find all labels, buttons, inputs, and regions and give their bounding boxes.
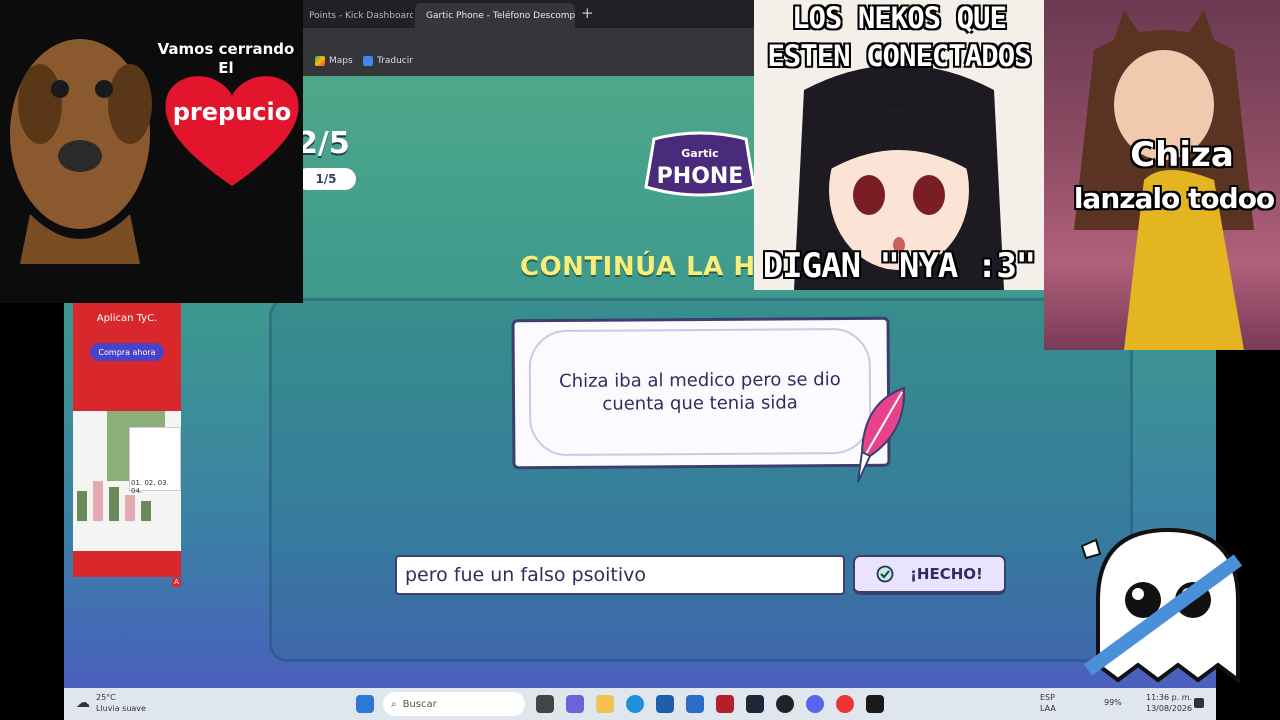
prompt-text: Chiza iba al medico pero se dio cuenta q… bbox=[528, 327, 872, 457]
ad-chart-labels: 01. 02. 03. 04. bbox=[131, 479, 169, 495]
ad-badge: A bbox=[172, 578, 181, 587]
bookmark-maps[interactable]: Maps bbox=[315, 56, 353, 66]
browser-tab-bar: Points - Kick Dashboard ✕ Gartic Phone -… bbox=[303, 0, 754, 28]
ad-bar bbox=[141, 501, 151, 521]
microsoft-store-icon[interactable] bbox=[656, 695, 674, 713]
capcut-icon[interactable] bbox=[866, 695, 884, 713]
language-code: ESP bbox=[1040, 693, 1055, 702]
prompt-card: Chiza iba al medico pero se dio cuenta q… bbox=[511, 316, 891, 470]
catgirl-caption-line1: Chiza bbox=[1130, 135, 1234, 175]
copilot-icon[interactable] bbox=[566, 695, 584, 713]
tab-label: Points - Kick Dashboard bbox=[309, 10, 413, 21]
logo-main-text: PHONE bbox=[657, 164, 744, 189]
logo-top-text: Gartic bbox=[681, 147, 718, 160]
neko-top-line2: ESTEN CONECTADOS bbox=[767, 39, 1031, 73]
bookmarks-bar: Maps Traducir bbox=[303, 52, 754, 76]
obs-icon[interactable] bbox=[776, 695, 794, 713]
ad-terms-text: Aplican TyC. bbox=[96, 313, 158, 324]
file-explorer-icon[interactable] bbox=[596, 695, 614, 713]
keyboard-layout: LAA bbox=[1040, 704, 1056, 713]
cloud-rain-icon: ☁ bbox=[76, 694, 90, 711]
ad-bar bbox=[109, 487, 119, 521]
steam-icon[interactable] bbox=[746, 695, 764, 713]
notification-bell-icon[interactable] bbox=[1194, 698, 1204, 708]
system-clock[interactable]: 11:36 p. m. 13/08/2026 bbox=[1146, 692, 1192, 714]
valorant-icon[interactable] bbox=[716, 695, 734, 713]
weather-text: 25°C Lluvia suave bbox=[96, 692, 146, 714]
taskbar-search[interactable]: ⌕ Buscar bbox=[383, 692, 525, 716]
overlay-dog-meme: Vamos cerrando El prepucio bbox=[0, 0, 303, 303]
discord-icon[interactable] bbox=[806, 695, 824, 713]
round-pill: 1/5 bbox=[296, 168, 356, 190]
overlay-catgirl-meme: Chiza lanzalo todoo bbox=[1044, 0, 1280, 350]
catgirl-image bbox=[1074, 10, 1254, 350]
bookmark-translate[interactable]: Traducir bbox=[363, 56, 413, 66]
edge-browser-icon[interactable] bbox=[626, 695, 644, 713]
side-advertisement[interactable]: Aplican TyC. Compra ahora 01. 02. 03. 04… bbox=[73, 303, 181, 577]
neko-bottom-line: DIGAN "NYA :3" bbox=[762, 246, 1037, 286]
gartic-phone-logo: Gartic PHONE bbox=[644, 131, 756, 197]
tab-label: Gartic Phone - Teléfono Descomp bbox=[426, 10, 575, 21]
translate-icon bbox=[363, 56, 373, 66]
quill-feather-icon bbox=[857, 386, 906, 483]
check-icon bbox=[876, 565, 894, 583]
heart-icon: prepucio bbox=[165, 76, 299, 186]
system-tray-language[interactable]: ESP LAA bbox=[1040, 692, 1056, 714]
ad-footer bbox=[73, 551, 181, 577]
done-button-label: ¡HECHO! bbox=[910, 565, 983, 583]
ad-bar bbox=[93, 481, 103, 521]
windows-start-icon[interactable] bbox=[356, 695, 374, 713]
heart-text: prepucio bbox=[173, 98, 292, 126]
search-icon: ⌕ bbox=[391, 698, 397, 710]
instruction-heading: CONTINÚA LA H bbox=[520, 252, 756, 282]
weather-temp: 25°C bbox=[96, 693, 116, 702]
tab-kick-dashboard[interactable]: Points - Kick Dashboard ✕ bbox=[303, 3, 413, 28]
maps-icon bbox=[315, 56, 325, 66]
tab-gartic-phone[interactable]: Gartic Phone - Teléfono Descomp ✕ bbox=[415, 3, 575, 28]
clock-time: 11:36 p. m. bbox=[1146, 693, 1193, 702]
address-bar[interactable] bbox=[303, 28, 754, 52]
search-placeholder: Buscar bbox=[402, 698, 437, 710]
windows-taskbar: ☁ 25°C Lluvia suave ⌕ Buscar ESP LAA 99%… bbox=[64, 688, 1216, 720]
clock-date: 13/08/2026 bbox=[1146, 704, 1193, 713]
bookmark-label: Maps bbox=[329, 56, 353, 66]
battery-level[interactable]: 99% bbox=[1104, 698, 1122, 707]
ad-bar bbox=[125, 495, 135, 521]
new-tab-icon[interactable]: + bbox=[581, 4, 594, 22]
overlay-neko-meme: LOS NEKOS QUE ESTEN CONECTADOS DIGAN "NY… bbox=[754, 0, 1044, 290]
ad-image: 01. 02. 03. 04. bbox=[73, 411, 181, 551]
ad-bar bbox=[77, 491, 87, 521]
ad-buy-button[interactable]: Compra ahora bbox=[90, 343, 164, 361]
weather-widget[interactable]: ☁ 25°C Lluvia suave bbox=[76, 692, 146, 714]
dog-caption-line1: Vamos cerrando bbox=[157, 40, 295, 58]
neko-top-line1: LOS NEKOS QUE bbox=[792, 1, 1007, 35]
weather-desc: Lluvia suave bbox=[96, 704, 146, 713]
catgirl-caption-line2: lanzalo todoo bbox=[1073, 182, 1275, 215]
dachshund-image bbox=[10, 39, 152, 264]
done-button[interactable]: ¡HECHO! bbox=[853, 555, 1006, 595]
mail-icon[interactable] bbox=[686, 695, 704, 713]
task-view-icon[interactable] bbox=[536, 695, 554, 713]
chrome-icon[interactable] bbox=[836, 695, 854, 713]
answer-input[interactable] bbox=[395, 555, 845, 595]
bookmark-label: Traducir bbox=[377, 56, 413, 66]
ghost-mascot-icon bbox=[1080, 527, 1243, 684]
